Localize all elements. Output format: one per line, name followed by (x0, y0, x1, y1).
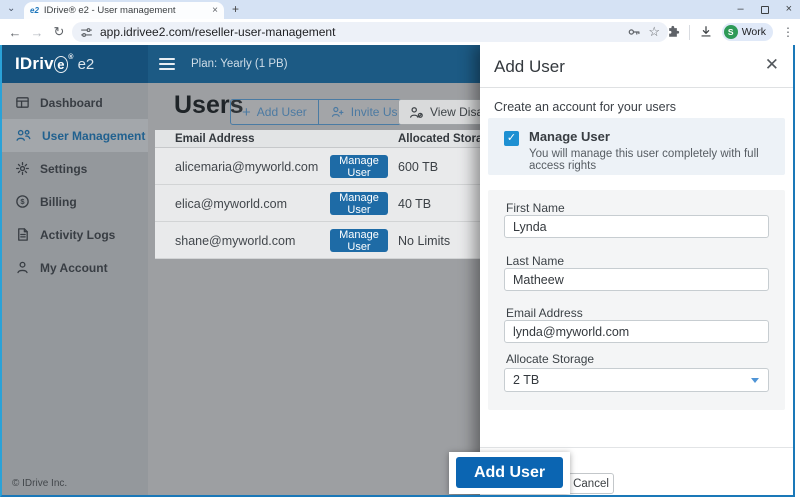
sidebar-item-label: Activity Logs (40, 228, 115, 242)
sidebar-item-user-management[interactable]: User Management (2, 119, 148, 152)
svg-text:$: $ (20, 197, 25, 206)
sidebar-item-settings[interactable]: Settings (2, 152, 148, 185)
site-settings-icon[interactable] (80, 26, 93, 39)
column-header-email: Email Address (175, 133, 254, 145)
manage-user-label: Manage User (529, 129, 610, 144)
toolbar-divider (689, 25, 690, 40)
selected-storage-value: 2 TB (513, 373, 539, 387)
manage-user-button[interactable]: Manage User (330, 192, 388, 215)
allocated-storage: No Limits (398, 234, 450, 248)
maximize-button[interactable] (761, 6, 769, 14)
add-user-drawer: Add User ✕ Create an account for your us… (480, 45, 793, 495)
logo-text: IDrive® (15, 54, 74, 74)
sidebar-item-label: My Account (40, 261, 108, 275)
manage-user-box: ✓ Manage User You will manage this user … (488, 118, 785, 175)
site-favicon: e2 (30, 6, 39, 15)
add-user-submit-button[interactable]: Add User (456, 457, 563, 488)
email-field[interactable] (504, 320, 769, 343)
browser-tab[interactable]: e2 IDrive® e2 - User management × (24, 2, 224, 19)
avatar: S (724, 25, 738, 39)
user-email: shane@myworld.com (175, 234, 295, 248)
dollar-circle-icon: $ (15, 194, 30, 209)
cancel-button[interactable]: Cancel (568, 473, 614, 494)
url-bar[interactable]: app.idrivee2.com/reseller-user-managemen… (72, 22, 668, 42)
bookmark-star-icon[interactable]: ☆ (648, 24, 660, 40)
extensions-icon[interactable] (666, 25, 680, 39)
copyright-text: © IDrive Inc. (12, 478, 67, 489)
allocated-storage: 600 TB (398, 160, 438, 174)
plan-info: Plan: Yearly (1 PB) (191, 58, 288, 70)
sidebar-item-billing[interactable]: $ Billing (2, 185, 148, 218)
sidebar-item-dashboard[interactable]: Dashboard (2, 86, 148, 119)
person-disabled-icon (408, 105, 424, 120)
window-controls: – × (737, 3, 792, 16)
drawer-title: Add User (494, 57, 565, 77)
browser-tabstrip: ⌄ e2 IDrive® e2 - User management × + – … (0, 0, 800, 19)
manage-user-button[interactable]: Manage User (330, 155, 388, 178)
app-logo: IDrive® e2 (2, 45, 148, 83)
manage-user-checkbox[interactable]: ✓ (504, 131, 519, 146)
tab-search-chevron-icon[interactable]: ⌄ (7, 3, 15, 14)
chevron-down-icon (751, 378, 759, 383)
last-name-field[interactable] (504, 268, 769, 291)
url-text: app.idrivee2.com/reseller-user-managemen… (100, 25, 620, 39)
allocate-storage-select[interactable]: 2 TB (504, 368, 769, 392)
user-actions-group: + Add User Invite Users (230, 99, 426, 125)
sidebar-item-activity-logs[interactable]: Activity Logs (2, 218, 148, 251)
drawer-subtitle: Create an account for your users (494, 100, 676, 114)
first-name-label: First Name (506, 201, 565, 215)
users-icon (15, 128, 32, 143)
user-email: alicemaria@myworld.com (175, 160, 318, 174)
reload-button[interactable]: ↻ (48, 24, 70, 40)
user-email: elica@myworld.com (175, 197, 287, 211)
add-user-form: First Name Last Name Email Address Alloc… (488, 190, 785, 410)
logo-product: e2 (78, 56, 95, 73)
toolbar-right: S Work ⋮ (666, 22, 794, 42)
password-key-icon[interactable] (627, 25, 641, 39)
plus-icon: + (242, 104, 251, 121)
first-name-field[interactable] (504, 215, 769, 238)
person-icon (15, 260, 30, 275)
close-icon[interactable]: ✕ (765, 55, 779, 75)
hamburger-menu-icon[interactable] (159, 55, 175, 73)
close-window-button[interactable]: × (786, 3, 792, 16)
browser-toolbar: ← → ↻ app.idrivee2.com/reseller-user-man… (0, 19, 800, 45)
browser-menu-icon[interactable]: ⋮ (782, 25, 794, 39)
sidebar-item-my-account[interactable]: My Account (2, 251, 148, 284)
profile-chip[interactable]: S Work (722, 23, 773, 41)
add-user-button[interactable]: + Add User (231, 100, 318, 124)
allocate-storage-label: Allocate Storage (506, 352, 594, 366)
email-label: Email Address (506, 306, 583, 320)
allocated-storage: 40 TB (398, 197, 431, 211)
person-plus-icon (330, 105, 345, 119)
app-viewport: IDrive® e2 Plan: Yearly (1 PB) Dashboard… (0, 45, 795, 497)
dashboard-icon (15, 95, 30, 110)
back-button[interactable]: ← (4, 25, 26, 40)
sidebar-item-label: Settings (40, 162, 87, 176)
document-icon (15, 227, 30, 242)
drawer-header: Add User ✕ (480, 45, 793, 88)
tab-close-icon[interactable]: × (212, 5, 218, 16)
tab-title: IDrive® e2 - User management (44, 5, 207, 16)
new-tab-button[interactable]: + (232, 2, 239, 16)
sidebar-item-label: Billing (40, 195, 77, 209)
manage-user-description: You will manage this user completely wit… (529, 148, 785, 172)
sidebar: Dashboard User Management Settings $ Bil… (2, 83, 148, 495)
gear-icon (15, 161, 30, 176)
sidebar-item-label: Dashboard (40, 96, 103, 110)
add-user-button-highlight: Add User (449, 452, 570, 494)
manage-user-button[interactable]: Manage User (330, 229, 388, 252)
last-name-label: Last Name (506, 254, 564, 268)
minimize-button[interactable]: – (737, 3, 743, 16)
profile-label: Work (742, 26, 766, 38)
sidebar-item-label: User Management (42, 129, 145, 143)
forward-button[interactable]: → (26, 25, 48, 40)
downloads-icon[interactable] (699, 25, 713, 39)
